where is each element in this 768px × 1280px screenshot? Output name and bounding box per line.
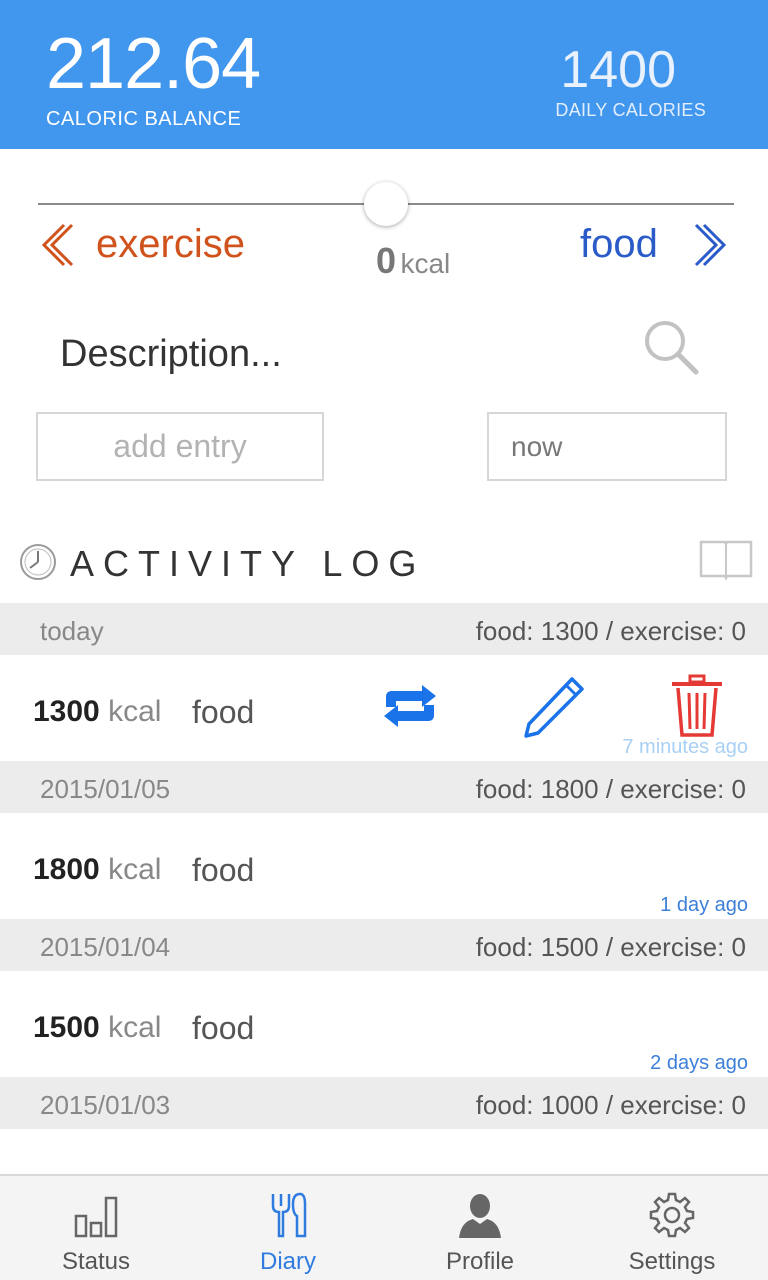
caloric-balance-label: CALORIC BALANCE — [46, 108, 242, 130]
day-summary: food: 1300 / exercise: 0 — [475, 616, 746, 646]
description-input[interactable] — [60, 326, 580, 382]
fork-knife-icon — [271, 1192, 307, 1238]
daily-calories-label: DAILY CALORIES — [555, 100, 706, 120]
log-entry[interactable]: 1800 kcal food 1 day ago — [0, 813, 768, 919]
tab-diary-label: Diary — [259, 1248, 316, 1275]
day-date: 2015/01/03 — [40, 1090, 171, 1120]
tab-profile-label: Profile — [445, 1248, 515, 1275]
log-entry[interactable]: 1300 kcal food 7 minutes ago — [0, 655, 768, 761]
entry-kcal: 1500 kcal — [33, 1011, 162, 1044]
kcal-slider-thumb[interactable] — [364, 182, 408, 226]
daily-calories-value: 1400 — [560, 41, 676, 99]
tab-status-label: Status — [61, 1248, 131, 1275]
day-summary: food: 1000 / exercise: 0 — [475, 1090, 746, 1120]
day-header: 2015/01/04 food: 1500 / exercise: 0 — [0, 919, 768, 971]
entry-type: food — [192, 852, 255, 888]
repeat-icon[interactable] — [376, 683, 444, 729]
day-summary: food: 1800 / exercise: 0 — [475, 774, 746, 804]
chevron-right-icon[interactable] — [692, 222, 732, 268]
add-entry-button[interactable]: add entry — [36, 412, 324, 481]
entry-kcal: 1300 kcal — [33, 695, 162, 728]
book-icon[interactable] — [698, 538, 754, 582]
day-date: 2015/01/04 — [40, 932, 171, 962]
tab-profile[interactable]: Profile — [384, 1176, 576, 1280]
log-entry[interactable]: 1500 kcal food 2 days ago — [0, 971, 768, 1077]
tab-settings[interactable]: Settings — [576, 1176, 768, 1280]
clock-icon — [20, 544, 56, 580]
kcal-unit: kcal — [400, 248, 451, 279]
tab-diary[interactable]: Diary — [192, 1176, 384, 1280]
person-icon — [459, 1194, 501, 1238]
activity-log-title: ACTIVITY LOG — [70, 543, 426, 584]
bottom-tab-bar: Status Diary Profile Settings — [0, 1174, 768, 1280]
day-summary: food: 1500 / exercise: 0 — [475, 932, 746, 962]
search-icon[interactable] — [642, 318, 700, 376]
entry-time: 2 days ago — [650, 1052, 748, 1074]
kcal-value: 0 — [376, 240, 397, 281]
caloric-balance-value: 212.64 — [46, 24, 261, 104]
bar-chart-icon — [74, 1196, 118, 1238]
food-mode-label[interactable]: food — [580, 222, 658, 267]
chevron-left-icon[interactable] — [36, 222, 76, 268]
entry-time: 7 minutes ago — [622, 736, 748, 758]
tab-settings-label: Settings — [628, 1248, 716, 1275]
entry-kcal: 1800 kcal — [33, 853, 162, 886]
entry-type: food — [192, 694, 255, 730]
edit-pencil-icon[interactable] — [520, 673, 588, 741]
exercise-mode-label[interactable]: exercise — [96, 222, 245, 267]
trash-icon[interactable] — [668, 673, 726, 739]
day-header: 2015/01/03 food: 1000 / exercise: 0 — [0, 1077, 768, 1129]
tab-status[interactable]: Status — [0, 1176, 192, 1280]
kcal-readout: 0 kcal — [376, 240, 450, 282]
gear-icon — [649, 1192, 695, 1238]
summary-header: 212.64 CALORIC BALANCE 1400 DAILY CALORI… — [0, 0, 768, 149]
entry-time: 1 day ago — [660, 894, 748, 916]
day-header: 2015/01/05 food: 1800 / exercise: 0 — [0, 761, 768, 813]
time-field[interactable]: now — [487, 412, 727, 481]
day-date: 2015/01/05 — [40, 774, 171, 804]
day-header: today food: 1300 / exercise: 0 — [0, 603, 768, 655]
entry-type: food — [192, 1010, 255, 1046]
day-date: today — [40, 616, 104, 646]
